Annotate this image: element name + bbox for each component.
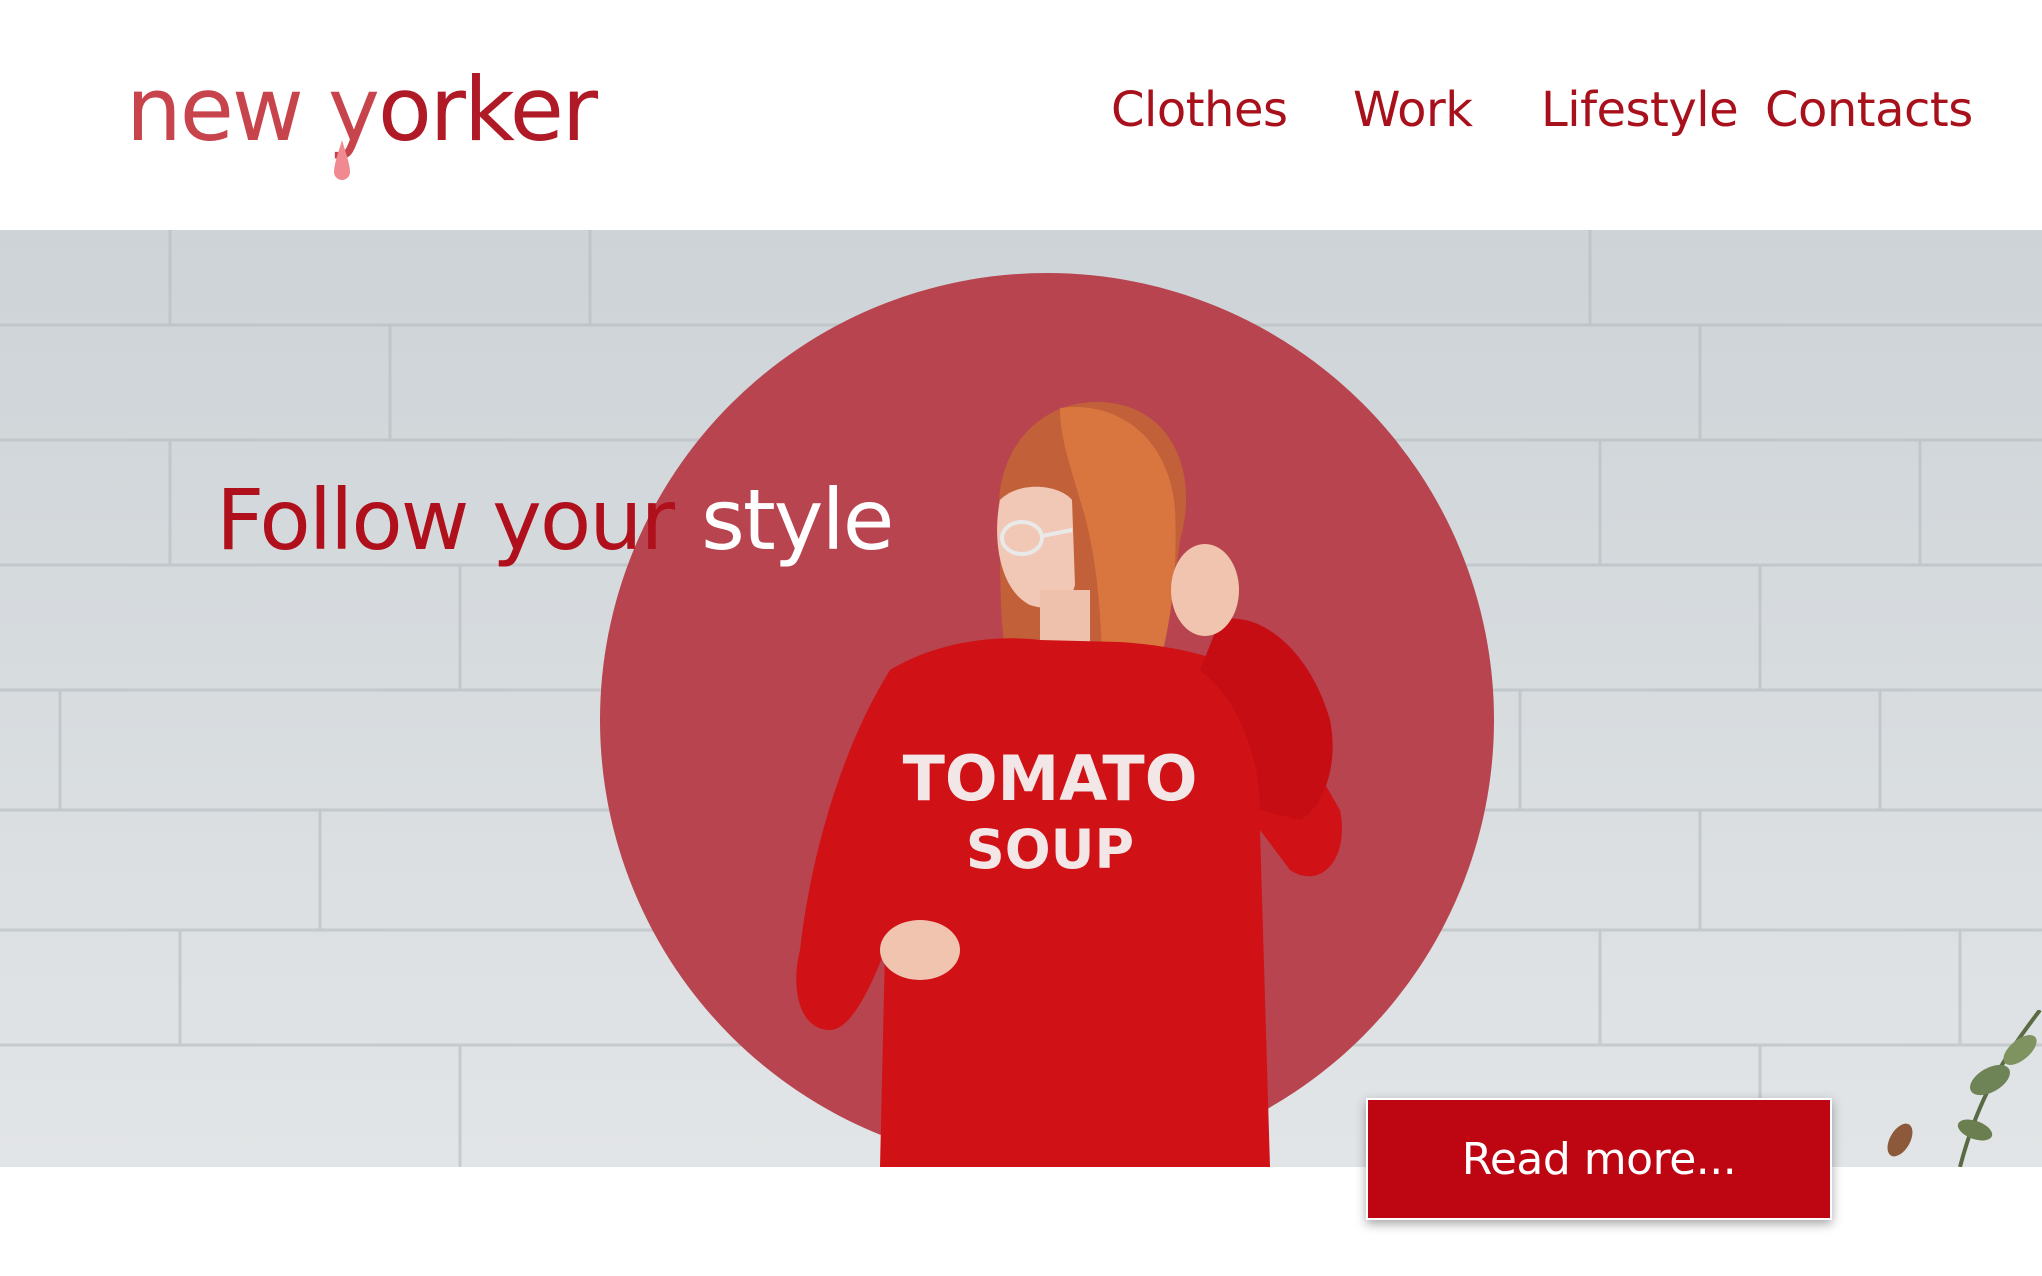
nav-item-contacts[interactable]: Contacts	[1765, 82, 1973, 138]
shirt-print-line2: SOUP	[966, 818, 1134, 881]
plant-leaves-decoration	[1887, 1010, 2042, 1167]
nav-item-work[interactable]: Work	[1353, 82, 1473, 138]
main-nav: Clothes Work Lifestyle Contacts	[0, 82, 2042, 162]
nav-item-clothes[interactable]: Clothes	[1111, 82, 1288, 138]
hero-headline-part1: Follow your	[216, 471, 675, 569]
shirt-print-line1: TOMATO	[903, 742, 1198, 815]
site-header: new yorker Clothes Work Lifestyle Contac…	[0, 0, 2042, 230]
nav-item-lifestyle[interactable]: Lifestyle	[1541, 82, 1739, 138]
read-more-button[interactable]: Read more...	[1366, 1098, 1832, 1220]
hero-banner: TOMATO SOUP Follow your style	[0, 230, 2042, 1167]
hero-headline: Follow your style	[216, 478, 895, 562]
hero-headline-part2: style	[701, 471, 894, 569]
